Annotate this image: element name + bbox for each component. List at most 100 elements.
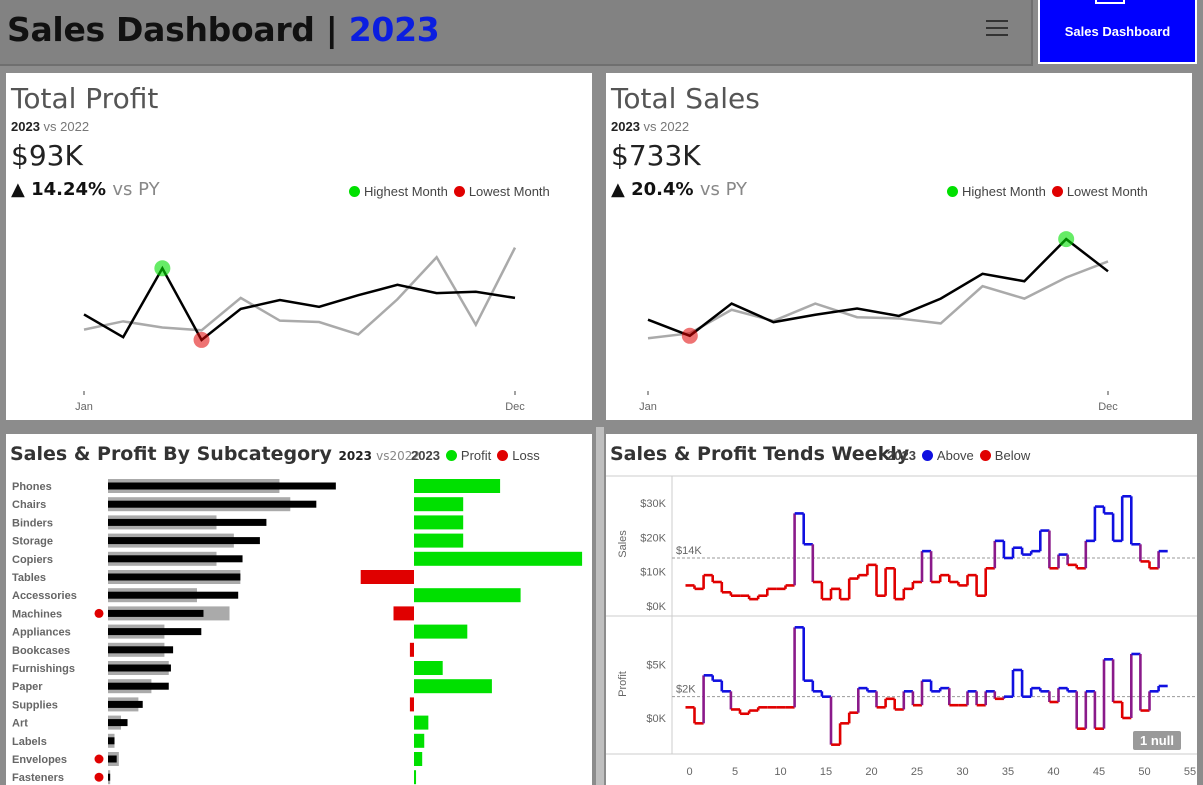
profit-bar <box>414 588 521 603</box>
subcategory-label: Paper <box>12 681 43 693</box>
subcategory-label: Appliances <box>12 627 71 639</box>
profit-bar <box>414 533 464 548</box>
current-year-bar <box>108 664 171 672</box>
lowest-month-marker <box>681 327 698 344</box>
x-tick-label: 15 <box>820 766 832 778</box>
profit-bar <box>414 733 425 748</box>
x-tick-label: 25 <box>911 766 923 778</box>
x-tick-label: 35 <box>1002 766 1014 778</box>
weekly-trends-panel: Sales & Profit Tends Weekly 2023 Above B… <box>606 434 1197 785</box>
subcategory-label: Art <box>12 718 28 730</box>
profit-bar <box>414 752 423 766</box>
loss-flag-dot <box>94 772 104 782</box>
panel-divider <box>596 427 604 785</box>
x-tick-label: 55 <box>1184 766 1196 778</box>
subcategory-label: Labels <box>12 736 47 748</box>
null-badge[interactable]: 1 null <box>1133 731 1181 750</box>
sales-line-chart[interactable]: Jan Dec <box>606 73 1192 420</box>
subcategory-label: Phones <box>12 481 52 493</box>
subcategory-label: Binders <box>12 517 53 529</box>
current-year-bar <box>108 682 169 690</box>
subcategory-bar-chart[interactable]: Phones Chairs Binders Storage Copiers Tables A… <box>6 434 592 785</box>
current-year-bar <box>108 646 174 654</box>
y-axis-title: Sales <box>617 530 629 558</box>
current-year-bar <box>108 500 317 508</box>
loss-bar <box>409 697 414 712</box>
current-year-bar <box>108 609 204 617</box>
subcategory-label: Bookcases <box>12 645 70 657</box>
dashboard-header: Sales Dashboard | 2023 <box>0 0 1033 66</box>
current-year-bar <box>108 628 202 636</box>
x-tick-label: 50 <box>1138 766 1150 778</box>
profit-bar <box>414 479 501 493</box>
subcategory-label: Fasteners <box>12 772 64 784</box>
x-tick-label: 45 <box>1093 766 1105 778</box>
dashboard-title: Sales Dashboard | 2023 <box>7 10 440 49</box>
x-tick-label: 40 <box>1047 766 1059 778</box>
menu-icon[interactable] <box>986 20 1008 38</box>
subcategory-label: Supplies <box>12 699 58 711</box>
nav-tab-icon <box>1095 0 1125 4</box>
profit-bar <box>414 497 464 512</box>
x-tick-label: 10 <box>774 766 786 778</box>
current-year-bar <box>108 755 117 763</box>
total-sales-panel: Total Sales 2023 vs 2022 $733K ▲ 20.4% v… <box>606 73 1192 420</box>
current-year-bar <box>108 537 260 545</box>
current-year-bar <box>108 591 239 599</box>
series-line-2023 <box>647 237 1109 338</box>
subcategory-label: Tables <box>12 572 46 584</box>
y-axis-title: Profit <box>617 671 629 697</box>
x-tick-label: 30 <box>956 766 968 778</box>
current-year-bar <box>108 482 336 490</box>
highest-month-marker <box>154 260 171 277</box>
x-axis-label-end: Dec <box>505 401 525 413</box>
sales-dashboard-nav-button[interactable]: Sales Dashboard <box>1038 0 1197 64</box>
current-year-bar <box>108 555 243 563</box>
current-year-bar <box>108 700 143 708</box>
subcategory-label: Chairs <box>12 499 46 511</box>
total-profit-panel: Total Profit 2023 vs 2022 $93K ▲ 14.24% … <box>6 73 592 420</box>
nav-button-label: Sales Dashboard <box>1064 23 1171 39</box>
profit-bar <box>414 624 468 639</box>
subcategory-label: Machines <box>12 608 62 620</box>
y-tick-label: $30K <box>640 498 666 510</box>
subcategory-label: Furnishings <box>12 663 75 675</box>
series-line-2022 <box>647 260 1109 340</box>
loss-flag-dot <box>94 754 104 764</box>
x-axis-label-end: Dec <box>1098 401 1118 413</box>
subcategory-label: Copiers <box>12 554 53 566</box>
x-tick-label: 5 <box>732 766 738 778</box>
profit-bar <box>414 715 429 730</box>
x-tick-label: 20 <box>865 766 877 778</box>
y-tick-label: $0K <box>646 601 666 613</box>
profit-bar <box>414 679 492 694</box>
reference-label: $14K <box>676 545 702 557</box>
y-tick-label: $5K <box>646 660 666 672</box>
x-axis-label-start: Jan <box>75 401 93 413</box>
reference-label: $2K <box>676 684 696 696</box>
profit-bar <box>414 515 464 530</box>
y-tick-label: $20K <box>640 532 666 544</box>
y-tick-label: $10K <box>640 567 666 579</box>
current-year-bar <box>108 573 241 581</box>
title-year: 2023 <box>348 10 440 49</box>
current-year-bar <box>108 719 128 727</box>
highest-month-marker <box>1058 231 1075 248</box>
title-text: Sales Dashboard | <box>7 10 349 49</box>
x-tick-label: 0 <box>686 766 692 778</box>
current-year-bar <box>108 518 267 526</box>
current-year-bar <box>108 737 115 745</box>
subcategory-label: Envelopes <box>12 754 67 766</box>
profit-bar <box>414 551 583 566</box>
profit-line-chart[interactable]: Jan Dec <box>6 73 592 420</box>
loss-bar <box>409 642 414 657</box>
profit-bar <box>414 770 417 785</box>
y-tick-label: $0K <box>646 713 666 725</box>
loss-bar <box>360 570 414 584</box>
profit-bar <box>414 661 443 675</box>
x-axis-label-start: Jan <box>639 401 657 413</box>
loss-bar <box>393 606 414 621</box>
subcategory-panel: Sales & Profit By Subcategory 2023 vs202… <box>6 434 592 785</box>
weekly-step-chart[interactable]: $30K $20K $10K $0K $14K Sales $5K $0K $2K Profit 0… <box>606 434 1197 785</box>
subcategory-label: Accessories <box>12 590 77 602</box>
